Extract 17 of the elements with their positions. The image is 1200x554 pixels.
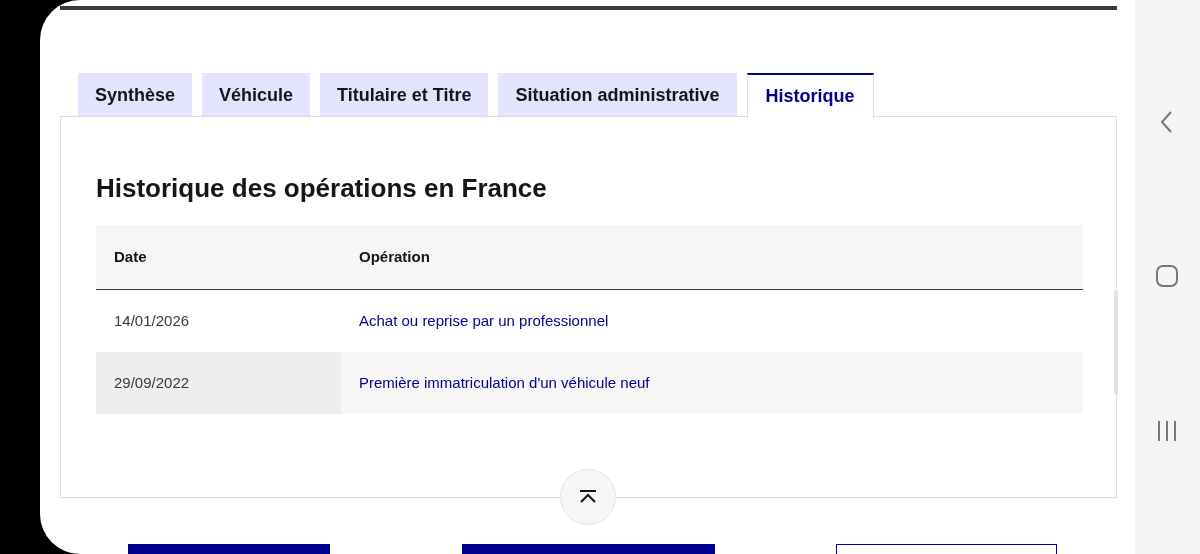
scroll-to-top-button[interactable] — [560, 469, 616, 525]
tab[interactable]: Titulaire et Titre — [320, 73, 489, 117]
scroll-to-top-icon — [578, 489, 598, 505]
section-title: Historique des opérations en France — [96, 172, 548, 204]
operation-link[interactable]: Première immatriculation d'un véhicule neuf — [359, 371, 650, 395]
home-icon[interactable] — [1156, 265, 1178, 287]
column-header: Opération — [358, 246, 431, 267]
date-cell-text: 14/01/2026 — [113, 310, 191, 331]
date-cell: 29/09/2022 — [96, 352, 341, 414]
operation-link[interactable]: Achat ou reprise par un professionnel — [359, 309, 609, 333]
tab[interactable]: Véhicule — [202, 73, 311, 117]
column-header: Date — [113, 246, 148, 267]
tab[interactable]: Synthèse — [78, 73, 193, 117]
tab[interactable]: Situation administrative — [498, 73, 737, 117]
recent-apps-icon[interactable] — [1156, 420, 1178, 442]
tab[interactable]: Historique — [746, 73, 874, 118]
back-icon[interactable] — [1159, 110, 1173, 134]
